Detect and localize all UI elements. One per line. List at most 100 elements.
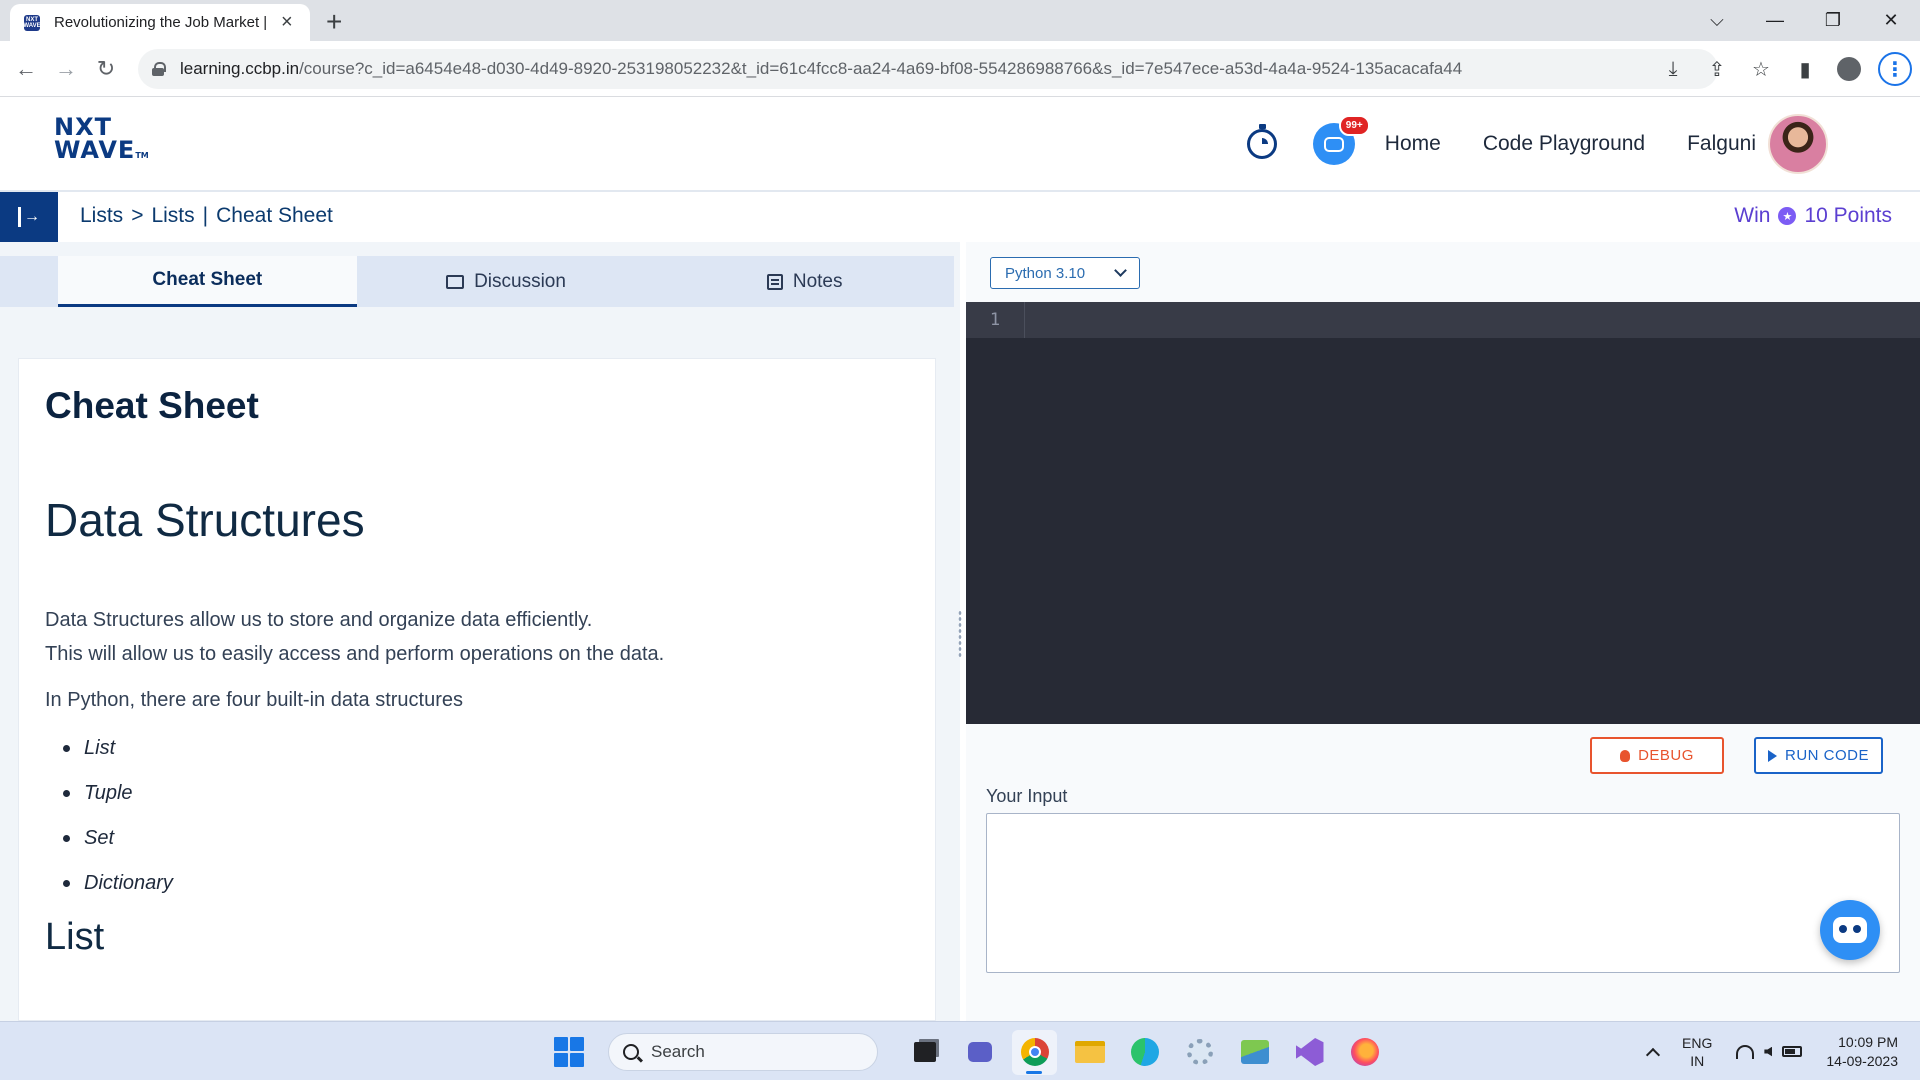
custom-input-field[interactable] [986,813,1900,973]
chat-bubble-icon [1323,136,1344,152]
photos-app-button[interactable] [1232,1030,1277,1075]
list-heading: List [45,916,105,958]
browser-menu-icon[interactable]: ⋮ [1878,52,1912,86]
page-title: Cheat Sheet [45,385,259,426]
new-tab-button[interactable]: + [326,6,342,38]
active-line: 1 [966,302,1920,338]
breadcrumb-current: Cheat Sheet [216,204,333,227]
tab-search-chevron-icon[interactable]: ⌵ [1688,0,1746,41]
profile-icon [1837,57,1861,81]
win-label: Win [1734,204,1771,227]
edge-app-button[interactable] [1122,1030,1167,1075]
back-button[interactable]: ← [10,53,42,85]
sidebar-toggle-button[interactable]: → [0,192,58,242]
language-select[interactable]: Python 3.10 [990,257,1140,289]
discussion-icon [446,274,465,289]
avatar[interactable] [1768,114,1828,174]
bookmark-star-icon[interactable]: ☆ [1746,54,1776,84]
reload-button[interactable]: ↻ [90,53,122,85]
home-link[interactable]: Home [1385,132,1441,156]
arrow-right-icon: → [24,208,40,225]
restore-button[interactable]: ❐ [1804,0,1862,41]
play-icon [1767,749,1777,762]
lock-icon[interactable] [152,62,166,76]
nxtwave-logo[interactable]: NXT WAVETM [54,115,149,167]
run-code-button[interactable]: RUN CODE [1754,737,1883,774]
cheat-sheet-content: Cheat Sheet Data Structures Data Structu… [18,358,936,1021]
search-placeholder: Search [651,1042,705,1061]
chatbot-button[interactable] [1820,900,1880,960]
breadcrumb-separator: > [131,204,144,227]
notifications-chat-icon[interactable]: 99+ [1312,115,1370,165]
visual-studio-button[interactable] [1287,1030,1332,1075]
debug-button[interactable]: DEBUG [1590,737,1724,774]
section-heading: Data Structures [45,494,365,546]
download-icon[interactable]: ⤓ [1658,54,1688,84]
timer-icon[interactable] [1246,124,1277,159]
photos-icon [1240,1040,1269,1064]
share-icon[interactable]: ⇪ [1702,54,1732,84]
firefox-app-button[interactable] [1342,1030,1387,1075]
input-language-indicator[interactable]: ENG IN [1682,1034,1712,1070]
debug-label: DEBUG [1638,747,1694,764]
windows-start-icon[interactable] [554,1037,584,1067]
user-name[interactable]: Falguni [1687,132,1756,156]
system-tray: ENG IN 10:09 PM 14-09-2023 [1645,1022,1898,1080]
firefox-icon [1350,1038,1379,1066]
list-item: List [63,726,909,771]
video-chat-icon [967,1042,992,1062]
notification-badge: 99+ [1338,115,1370,136]
tab-notes[interactable]: Notes [655,256,954,307]
url-host: learning.ccbp.in [180,59,300,78]
meet-app-button[interactable] [957,1030,1002,1075]
text-cursor [1032,310,1033,330]
code-playground-link[interactable]: Code Playground [1483,132,1645,156]
url-path: /course?c_id=a6454e48-d030-4d49-8920-253… [299,59,1463,78]
side-panel-icon[interactable]: ▮ [1790,54,1820,84]
clock-time: 10:09 PM [1838,1033,1898,1050]
tray-expand-icon[interactable] [1645,1047,1661,1062]
search-icon [623,1044,639,1060]
sidebar-toggle-bar-icon [18,207,21,227]
breadcrumb-subtopic[interactable]: Lists [151,204,194,228]
intro-line-1: Data Structures allow us to store and or… [45,609,593,631]
points-coin-icon: ★ [1778,207,1797,225]
lang-line-2: IN [1690,1052,1705,1069]
logo-line2: WAVE [54,136,136,164]
task-view-icon [913,1042,936,1062]
settings-app-button[interactable] [1177,1030,1222,1075]
tab-discussion-label: Discussion [474,270,566,292]
gear-icon [1186,1039,1213,1065]
bug-icon [1620,749,1631,762]
breadcrumb-topic[interactable]: Lists [80,204,123,228]
tray-status-icons[interactable] [1736,1044,1803,1059]
windows-taskbar: Search ENG IN 10:09 PM 14-09-2023 [0,1021,1920,1080]
chrome-app-button[interactable] [1012,1029,1057,1075]
intro-paragraph: Data Structures allow us to store and or… [45,603,909,671]
volume-icon [1764,1046,1773,1057]
code-editor[interactable]: 1 [966,302,1920,724]
task-view-button[interactable] [902,1030,947,1075]
system-clock[interactable]: 10:09 PM 14-09-2023 [1826,1033,1898,1071]
win-points: Win ★ 10 Points [1734,204,1892,228]
edge-icon [1130,1038,1159,1066]
tab-cheat-sheet[interactable]: Cheat Sheet [58,256,357,307]
builtin-paragraph: In Python, there are four built-in data … [45,689,463,711]
panel-resize-handle[interactable] [958,610,962,658]
forward-button[interactable]: → [50,53,82,85]
list-item: Dictionary [63,861,909,906]
minimize-button[interactable]: — [1746,0,1804,41]
tab-discussion[interactable]: Discussion [357,256,656,307]
url-text[interactable]: learning.ccbp.in/course?c_id=a6454e48-d0… [180,59,1462,79]
file-explorer-button[interactable] [1067,1030,1112,1075]
input-label: Your Input [986,786,1068,806]
close-tab-icon[interactable]: × [281,11,293,34]
sub-header: → Lists > Lists | Cheat Sheet Win ★ 10 P… [0,192,1920,242]
points-label: 10 Points [1804,204,1892,227]
taskbar-search[interactable]: Search [608,1033,878,1071]
tab-cheat-sheet-label: Cheat Sheet [152,269,263,290]
browser-tab[interactable]: NXT WAVE Revolutionizing the Job Market … [10,4,310,41]
url-omnibox[interactable]: learning.ccbp.in/course?c_id=a6454e48-d0… [138,49,1718,89]
close-window-button[interactable]: ✕ [1862,0,1920,41]
profile-button[interactable] [1834,54,1864,84]
